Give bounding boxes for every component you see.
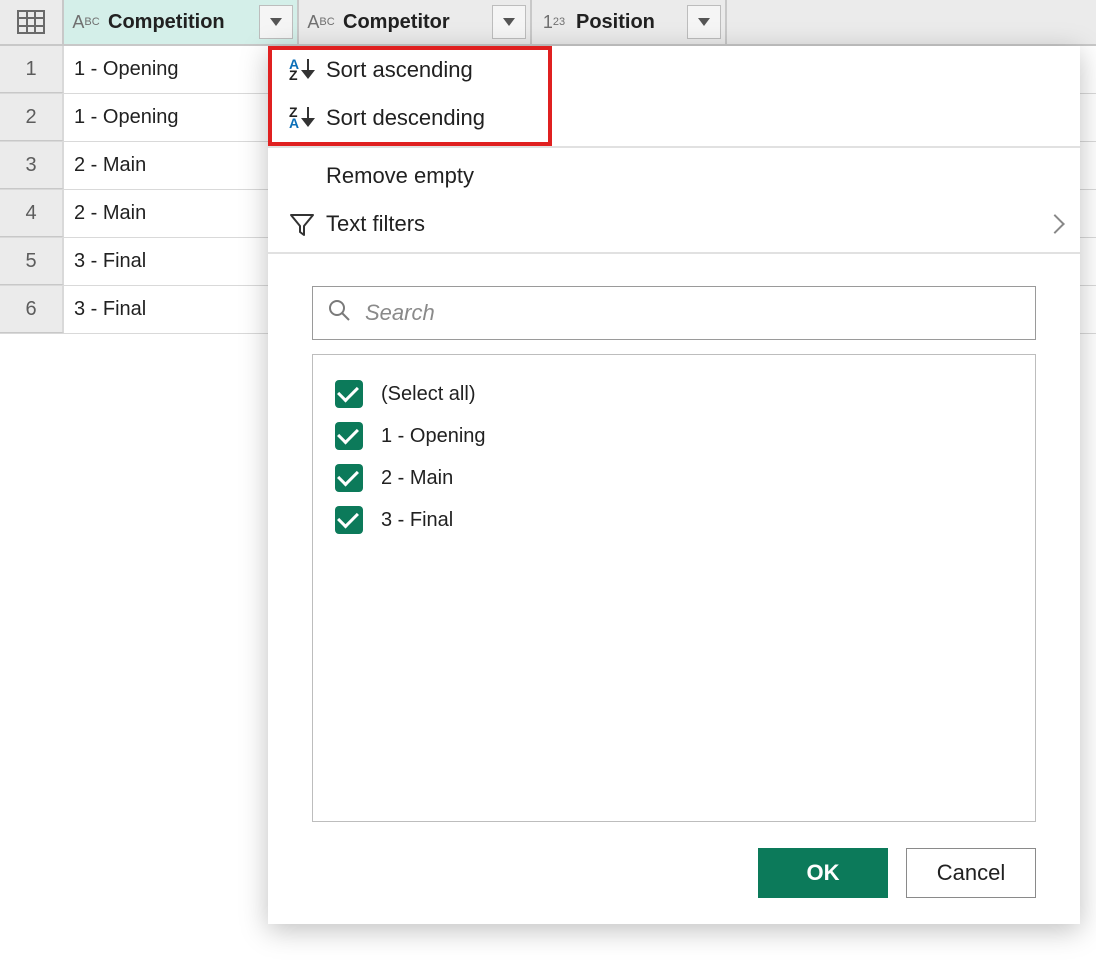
menu-label: Sort descending <box>326 105 1062 131</box>
checkbox-checked-icon[interactable] <box>335 506 363 534</box>
chevron-right-icon <box>1045 214 1065 234</box>
row-number: 6 <box>0 286 64 333</box>
search-icon <box>327 298 351 328</box>
menu-separator <box>268 252 1080 254</box>
menu-separator <box>268 146 1080 148</box>
dropdown-triangle-icon <box>698 18 710 26</box>
dropdown-footer: OK Cancel <box>268 840 1080 924</box>
button-label: Cancel <box>937 860 1005 886</box>
checkbox-label: (Select all) <box>381 383 475 406</box>
sort-descending-item[interactable]: ZA Sort descending <box>268 94 1080 142</box>
cell-competition[interactable]: 3 - Final <box>64 286 299 333</box>
text-filters-item[interactable]: Text filters <box>268 200 1080 248</box>
checkbox-label: 2 - Main <box>381 467 453 490</box>
checkbox-label: 1 - Opening <box>381 425 486 448</box>
column-name: Competition <box>108 11 259 34</box>
row-number: 3 <box>0 142 64 189</box>
dropdown-triangle-icon <box>270 18 282 26</box>
filter-dropdown-button[interactable] <box>259 5 293 39</box>
remove-empty-item[interactable]: Remove empty <box>268 152 1080 200</box>
cell-competition[interactable]: 3 - Final <box>64 238 299 285</box>
column-name: Competitor <box>343 11 492 34</box>
column-name: Position <box>576 11 687 34</box>
cancel-button[interactable]: Cancel <box>906 848 1036 898</box>
filter-value-item[interactable]: 3 - Final <box>335 499 1013 541</box>
table-corner-cell[interactable] <box>0 0 64 44</box>
cell-competition[interactable]: 1 - Opening <box>64 46 299 93</box>
row-number: 4 <box>0 190 64 237</box>
menu-label: Remove empty <box>326 163 1062 189</box>
sort-ascending-item[interactable]: AZ Sort ascending <box>268 46 1080 94</box>
column-header-competition[interactable]: ABC Competition <box>64 0 299 44</box>
checkbox-checked-icon[interactable] <box>335 464 363 492</box>
sort-ascending-icon: AZ <box>278 59 326 81</box>
menu-label: Sort ascending <box>326 57 1062 83</box>
number-type-icon: 123 <box>532 12 576 33</box>
button-label: OK <box>807 860 840 886</box>
filter-dropdown-button[interactable] <box>492 5 526 39</box>
filter-dropdown-button[interactable] <box>687 5 721 39</box>
text-type-icon: ABC <box>64 12 108 33</box>
checkbox-checked-icon[interactable] <box>335 380 363 408</box>
filter-value-item[interactable]: 2 - Main <box>335 457 1013 499</box>
funnel-icon <box>278 210 326 238</box>
text-type-icon: ABC <box>299 12 343 33</box>
filter-body: (Select all) 1 - Opening 2 - Main 3 - Fi… <box>268 258 1080 840</box>
row-number: 1 <box>0 46 64 93</box>
table-icon <box>17 10 45 34</box>
row-number: 5 <box>0 238 64 285</box>
column-header-row: ABC Competition ABC Competitor 123 Posit… <box>0 0 1096 46</box>
column-header-competitor[interactable]: ABC Competitor <box>299 0 532 44</box>
cell-competition[interactable]: 1 - Opening <box>64 94 299 141</box>
search-input[interactable] <box>363 299 1021 327</box>
filter-values-list: (Select all) 1 - Opening 2 - Main 3 - Fi… <box>312 354 1036 822</box>
filter-dropdown-panel: AZ Sort ascending ZA Sort descending Rem… <box>268 46 1080 924</box>
dropdown-triangle-icon <box>503 18 515 26</box>
row-number: 2 <box>0 94 64 141</box>
select-all-item[interactable]: (Select all) <box>335 373 1013 415</box>
menu-label: Text filters <box>326 211 1048 237</box>
filter-value-item[interactable]: 1 - Opening <box>335 415 1013 457</box>
cell-competition[interactable]: 2 - Main <box>64 142 299 189</box>
checkbox-checked-icon[interactable] <box>335 422 363 450</box>
column-header-position[interactable]: 123 Position <box>532 0 727 44</box>
ok-button[interactable]: OK <box>758 848 888 898</box>
sort-descending-icon: ZA <box>278 107 326 129</box>
search-box[interactable] <box>312 286 1036 340</box>
cell-competition[interactable]: 2 - Main <box>64 190 299 237</box>
checkbox-label: 3 - Final <box>381 509 453 532</box>
